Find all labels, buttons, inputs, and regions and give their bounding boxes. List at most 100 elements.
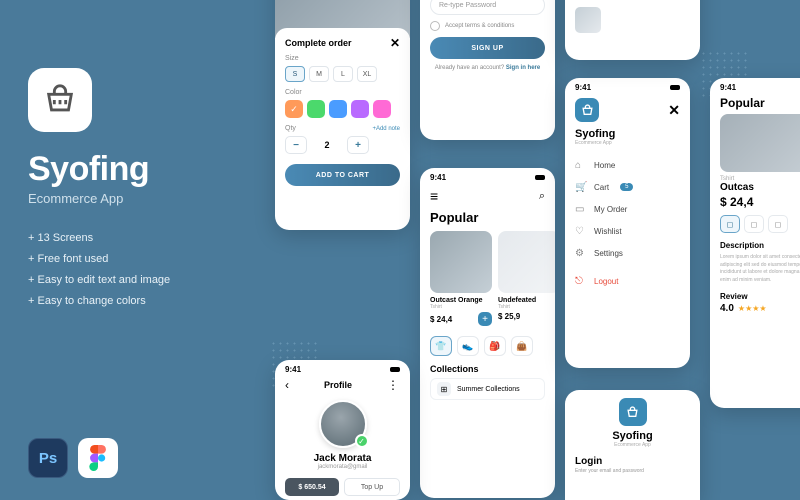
product-price: $ 24,4 [430,315,452,324]
color-swatch[interactable] [351,100,369,118]
search-icon[interactable]: ⌕ [539,190,545,203]
section-title: Popular [710,94,800,114]
description-heading: Description [710,239,800,252]
product-image [430,231,492,293]
size-option-xl[interactable]: XL [357,66,377,82]
star-icon: ★★★★ [738,304,767,313]
product-name: Outcast Orange [430,297,492,304]
tool-icons: Ps [28,438,118,478]
variant-pill[interactable]: ◻ [744,215,764,233]
terms-checkbox[interactable] [430,21,440,31]
collections-title: Collections [420,360,555,378]
product-card[interactable]: Undefeated Tshirt $ 25,9 [498,231,555,326]
brand-name: Syofing [565,124,690,140]
add-button[interactable]: + [478,312,492,326]
qty-minus-button[interactable]: − [285,136,307,154]
screen-profile: 9:41 ‹ Profile ⋮ ✓ Jack Morata jackmorat… [275,360,410,500]
status-bar: 9:41 [420,168,555,184]
signin-link[interactable]: Sign in here [506,65,540,71]
add-to-cart-button[interactable]: ADD TO CART [285,164,400,186]
cart-icon: 🛒 [575,182,587,193]
promo-panel: Syofing Ecommerce App 13 Screens Free fo… [28,68,248,312]
product-name: Undefeated [498,297,555,304]
description-text: Lorem ipsum dolor sit amet consectetur a… [710,252,800,286]
product-card[interactable]: Outcast Orange Tshirt $ 24,4 + [430,231,492,326]
menu-item-settings[interactable]: ⚙Settings [575,242,680,264]
status-bar: 9:41 [710,78,800,94]
signup-button[interactable]: SIGN UP [430,37,545,59]
app-icon [28,68,92,132]
review-heading: Review [710,286,800,303]
qty-plus-button[interactable]: + [347,136,369,154]
qty-value: 2 [313,140,341,150]
collection-name: Summer Collections [457,386,520,393]
qty-label: Qty [285,125,296,132]
feature-list: 13 Screens Free font used Easy to edit t… [28,228,248,312]
topup-button[interactable]: Top Up [344,478,400,496]
product-category: Tshirt [498,304,555,310]
review-score: 4.0 [720,303,734,314]
order-icon: ▭ [575,204,587,215]
screen-order-fragment: Accesories Skull PeaceTshirt $ 56,2 #123… [565,0,700,60]
logout-icon: ⎋ [575,276,587,287]
size-option-l[interactable]: L [333,66,353,82]
brand-subtitle: Ecommerce App [614,442,651,448]
product-name: Outcas [720,182,800,193]
menu-item-order[interactable]: ▭My Order [575,198,680,220]
cart-badge: 5 [620,183,633,191]
photoshop-icon: Ps [28,438,68,478]
repassword-field[interactable]: Re-type Password [430,0,545,15]
variant-pill[interactable]: ◻ [720,215,740,233]
screen-popular: 9:41 ≡ ⌕ Popular Outcast Orange Tshirt $… [420,168,555,498]
brand-logo [575,98,599,122]
color-swatch[interactable] [373,100,391,118]
category-pill[interactable]: 👜 [511,336,533,356]
screen-product-detail: 9:41 Popular Tshirt Outcas $ 24,4 ◻ ◻ ◻ … [710,78,800,408]
login-title: Login [565,448,700,468]
menu-item-wishlist[interactable]: ♡Wishlist [575,220,680,242]
promo-title: Syofing [28,150,248,189]
screen-menu: 9:41 ✕ Syofing Ecommerce App ⌂Home 🛒Cart… [565,78,690,368]
add-note-link[interactable]: +Add note [372,126,400,132]
screen-complete-order: ♥ Complete order ✕ Size S M L XL Color ✓… [275,0,410,230]
screen-login: Syofing Ecommerce App Login Enter your e… [565,390,700,500]
balance-chip: $ 650.54 [285,478,339,496]
size-option-s[interactable]: S [285,66,305,82]
screen-signup: Email Password Re-type Password Accept t… [420,0,555,140]
status-bar: 9:41 [565,78,690,94]
category-pill[interactable]: 👕 [430,336,452,356]
more-icon[interactable]: ⋮ [387,378,400,392]
size-label: Size [285,55,400,62]
size-option-m[interactable]: M [309,66,329,82]
collection-icon: ⊞ [437,382,451,396]
close-icon[interactable]: ✕ [390,36,400,50]
menu-item-home[interactable]: ⌂Home [575,154,680,176]
menu-item-cart[interactable]: 🛒Cart5 [575,176,680,198]
close-icon[interactable]: ✕ [668,102,680,119]
menu-item-logout[interactable]: ⎋Logout [575,270,680,292]
menu-icon[interactable]: ≡ [430,188,438,204]
color-swatch[interactable]: ✓ [285,100,303,118]
color-swatch[interactable] [329,100,347,118]
collection-item[interactable]: ⊞ Summer Collections [430,378,545,400]
category-pill[interactable]: 👟 [457,336,479,356]
brand-logo [619,398,647,426]
already-text: Already have an account? Sign in here [420,65,555,71]
category-pill[interactable]: 🎒 [484,336,506,356]
sheet-title: Complete order [285,38,400,48]
variant-pill[interactable]: ◻ [768,215,788,233]
color-swatch[interactable] [307,100,325,118]
product-image [720,114,800,172]
figma-icon [78,438,118,478]
feature-item: 13 Screens [28,228,248,249]
user-name: Jack Morata [275,453,410,464]
verified-badge: ✓ [355,434,369,448]
back-icon[interactable]: ‹ [285,378,289,392]
order-sheet: Complete order ✕ Size S M L XL Color ✓ Q… [275,28,410,194]
brand-subtitle: Ecommerce App [565,140,690,154]
gear-icon: ⚙ [575,248,587,259]
brand-name: Syofing [612,430,652,442]
feature-item: Easy to edit text and image [28,270,248,291]
product-category: Tshirt [430,304,492,310]
heart-icon: ♡ [575,226,587,237]
